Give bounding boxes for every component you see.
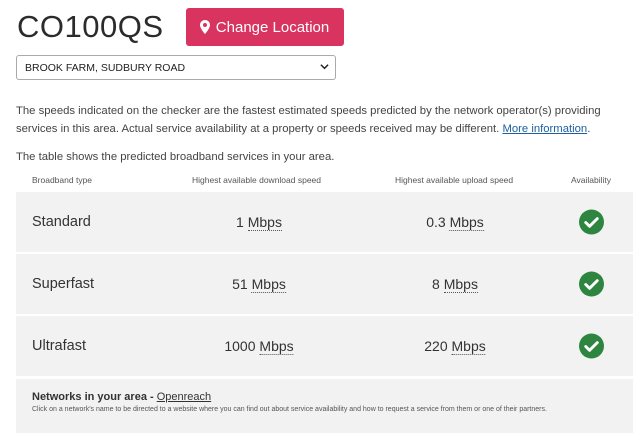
header-broadband-type: Broadband type — [32, 175, 93, 185]
change-location-label: Change Location — [215, 18, 330, 36]
upload-value: 220 — [424, 338, 448, 354]
download-unit: Mbps — [259, 338, 294, 355]
chevron-down-icon — [320, 64, 329, 70]
upload-unit: Mbps — [449, 214, 484, 231]
change-location-button[interactable]: Change Location — [185, 8, 344, 46]
header: CO100QS Change Location — [17, 8, 344, 46]
disclaimer-end: . — [587, 122, 591, 135]
broadband-type: Ultrafast — [32, 338, 86, 354]
networks-heading: Networks in your area - — [32, 391, 157, 403]
speed-disclaimer: The speeds indicated on the checker are … — [16, 103, 630, 138]
download-value: 1000 — [224, 338, 256, 354]
download-value: 1 — [236, 214, 244, 230]
broadband-type: Standard — [32, 214, 91, 230]
table-intro: The table shows the predicted broadband … — [16, 151, 335, 163]
download-value: 51 — [232, 276, 248, 292]
table-header: Broadband type Highest available downloa… — [16, 175, 633, 189]
broadband-type: Superfast — [32, 276, 95, 292]
header-download-speed: Highest available download speed — [192, 175, 322, 185]
table-row: Standard 1 Mbps 0.3 Mbps — [16, 192, 633, 252]
download-unit: Mbps — [247, 214, 282, 231]
networks-note: Click on a network's name to be directed… — [32, 406, 547, 413]
table-row: Ultrafast 1000 Mbps 220 Mbps — [16, 316, 633, 376]
networks-panel: Networks in your area - Openreach Click … — [16, 379, 633, 433]
upload-value: 0.3 — [426, 214, 446, 230]
header-availability: Availability — [571, 175, 612, 185]
check-circle-icon — [579, 271, 604, 297]
address-select-value: BROOK FARM, SUDBURY ROAD — [25, 61, 186, 74]
check-circle-icon — [579, 209, 604, 235]
header-upload-speed: Highest available upload speed — [395, 175, 514, 185]
map-marker-icon — [199, 20, 210, 34]
address-select[interactable]: BROOK FARM, SUDBURY ROAD — [16, 55, 336, 80]
table-row: Superfast 51 Mbps 8 Mbps — [16, 254, 633, 314]
upload-unit: Mbps — [443, 276, 478, 293]
upload-unit: Mbps — [451, 338, 486, 355]
more-information-link[interactable]: More information — [502, 123, 587, 135]
postcode-title: CO100QS — [17, 9, 164, 44]
download-unit: Mbps — [251, 276, 286, 293]
check-circle-icon — [579, 333, 604, 359]
openreach-link[interactable]: Openreach — [157, 391, 211, 403]
networks-title: Networks in your area - Openreach — [32, 391, 617, 403]
upload-value: 8 — [432, 276, 440, 292]
